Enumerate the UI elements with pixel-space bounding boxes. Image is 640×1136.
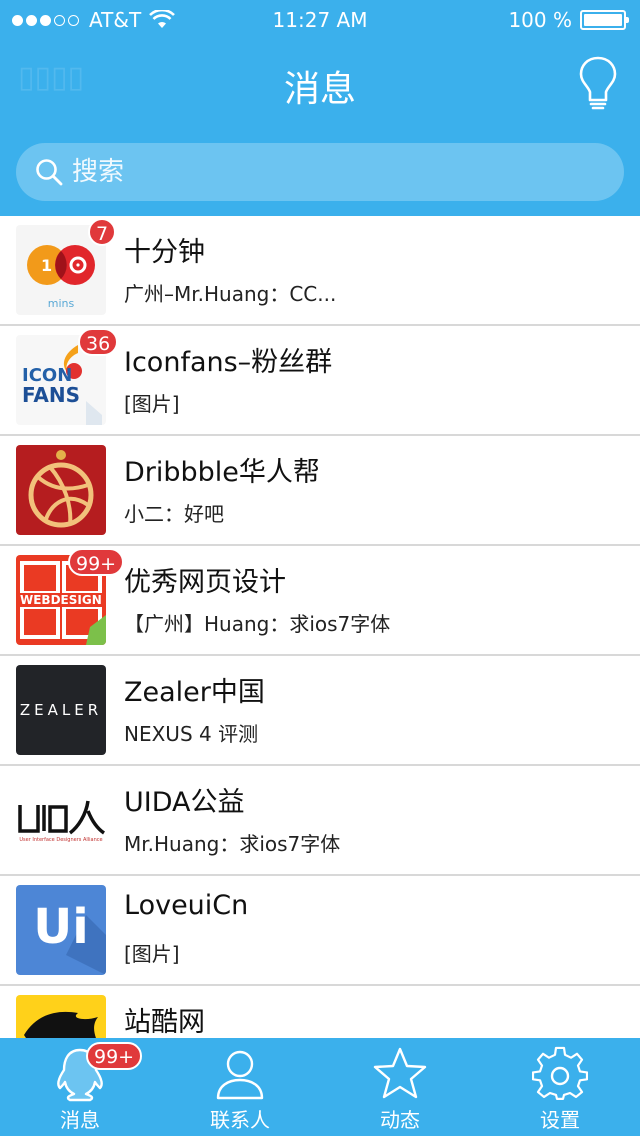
svg-text:1: 1 <box>41 256 52 275</box>
ten-minutes-logo-text: mins <box>47 297 75 310</box>
conversation-title: 站酷网 <box>124 1007 205 1038</box>
conversation-preview: Mr.Huang：求ios7字体 <box>124 832 341 856</box>
unread-badge: 7 <box>88 218 117 246</box>
conversation-row[interactable]: 1 mins 7 十分钟 广州–Mr.Huang：CC... <box>0 216 640 326</box>
status-bar-right: 100 % <box>508 8 629 32</box>
iconfans-logo-text: FANS <box>22 383 80 407</box>
zcool-logo <box>24 1011 98 1038</box>
conversation-title: 十分钟 <box>124 237 205 268</box>
tab-bar: 消息 99+ 联系人 动态 设置 <box>0 1038 640 1136</box>
star-icon <box>373 1047 427 1099</box>
tab-activity[interactable]: 动态 <box>320 1038 480 1136</box>
conversation-preview: 小二：好吧 <box>124 502 224 526</box>
unread-badge: 99+ <box>68 548 125 576</box>
conversation-preview: NEXUS 4 评测 <box>124 722 259 746</box>
tab-settings[interactable]: 设置 <box>480 1038 640 1136</box>
search-icon <box>36 159 63 186</box>
conversation-row[interactable]: ICON FANS 36 Iconfans–粉丝群 [图片] <box>0 326 640 436</box>
zealer-avatar: ZEALER <box>16 665 106 755</box>
conversation-preview: [图片] <box>124 392 180 416</box>
uida-logo-subtitle: User Interface Designers Alliance <box>19 837 103 843</box>
header: ▯▯▯▯ AT&T 11:27 AM 100 % 消息 <box>0 0 640 216</box>
zcool-avatar <box>16 995 106 1038</box>
search-input[interactable] <box>72 157 592 187</box>
conversation-row[interactable]: Ui LoveuiCn [图片] <box>0 876 640 986</box>
conversation-preview: 广州–Mr.Huang：CC... <box>124 282 337 306</box>
conversation-title: 优秀网页设计 <box>124 567 286 598</box>
dribbble-logo <box>28 450 94 528</box>
tab-label: 消息 <box>60 1108 100 1132</box>
conversation-title: Iconfans–粉丝群 <box>124 347 333 378</box>
tab-contacts[interactable]: 联系人 <box>160 1038 320 1136</box>
conversation-preview: [图片] <box>124 942 180 966</box>
conversation-title: Dribbble华人帮 <box>124 457 320 488</box>
conversation-preview: 【广州】Huang：求ios7字体 <box>124 612 391 636</box>
tab-messages[interactable]: 消息 99+ <box>0 1038 160 1136</box>
conversation-row[interactable]: User Interface Designers Alliance UIDA公益… <box>0 766 640 876</box>
tab-label: 联系人 <box>210 1108 270 1132</box>
conversation-row[interactable]: ZEALER Zealer中国 NEXUS 4 评测 <box>0 656 640 766</box>
conversation-title: LoveuiCn <box>124 890 249 921</box>
webdesign-logo-text: WEBDESIGN <box>18 593 104 607</box>
uida-logo <box>18 800 106 835</box>
conversation-row[interactable]: 站酷网 <box>0 986 640 1038</box>
zealer-logo-text: ZEALER <box>19 701 103 719</box>
unread-badge: 36 <box>78 328 119 356</box>
uida-avatar: User Interface Designers Alliance <box>16 775 106 865</box>
loveui-logo-text: Ui <box>33 899 89 955</box>
lightbulb-icon[interactable] <box>578 56 618 112</box>
conversation-row[interactable]: Dribbble华人帮 小二：好吧 <box>0 436 640 546</box>
tab-label: 设置 <box>540 1108 580 1132</box>
search-bar[interactable] <box>16 143 624 201</box>
conversation-title: UIDA公益 <box>124 787 245 818</box>
dribbble-avatar <box>16 445 106 535</box>
loveui-avatar: Ui <box>16 885 106 975</box>
tab-unread-badge: 99+ <box>86 1042 143 1070</box>
conversation-row[interactable]: WEBDESIGN 99+ 优秀网页设计 【广州】Huang：求ios7字体 <box>0 546 640 656</box>
person-icon <box>216 1050 264 1100</box>
conversation-title: Zealer中国 <box>124 677 265 708</box>
gear-icon <box>532 1046 588 1100</box>
status-bar: AT&T 11:27 AM 100 % <box>0 0 640 40</box>
tab-label: 动态 <box>380 1108 420 1132</box>
battery-percent: 100 % <box>508 8 572 32</box>
page-title: 消息 <box>283 69 356 110</box>
battery-icon <box>580 10 629 30</box>
conversation-list: 1 mins 7 十分钟 广州–Mr.Huang：CC... ICON FANS… <box>0 216 640 1038</box>
